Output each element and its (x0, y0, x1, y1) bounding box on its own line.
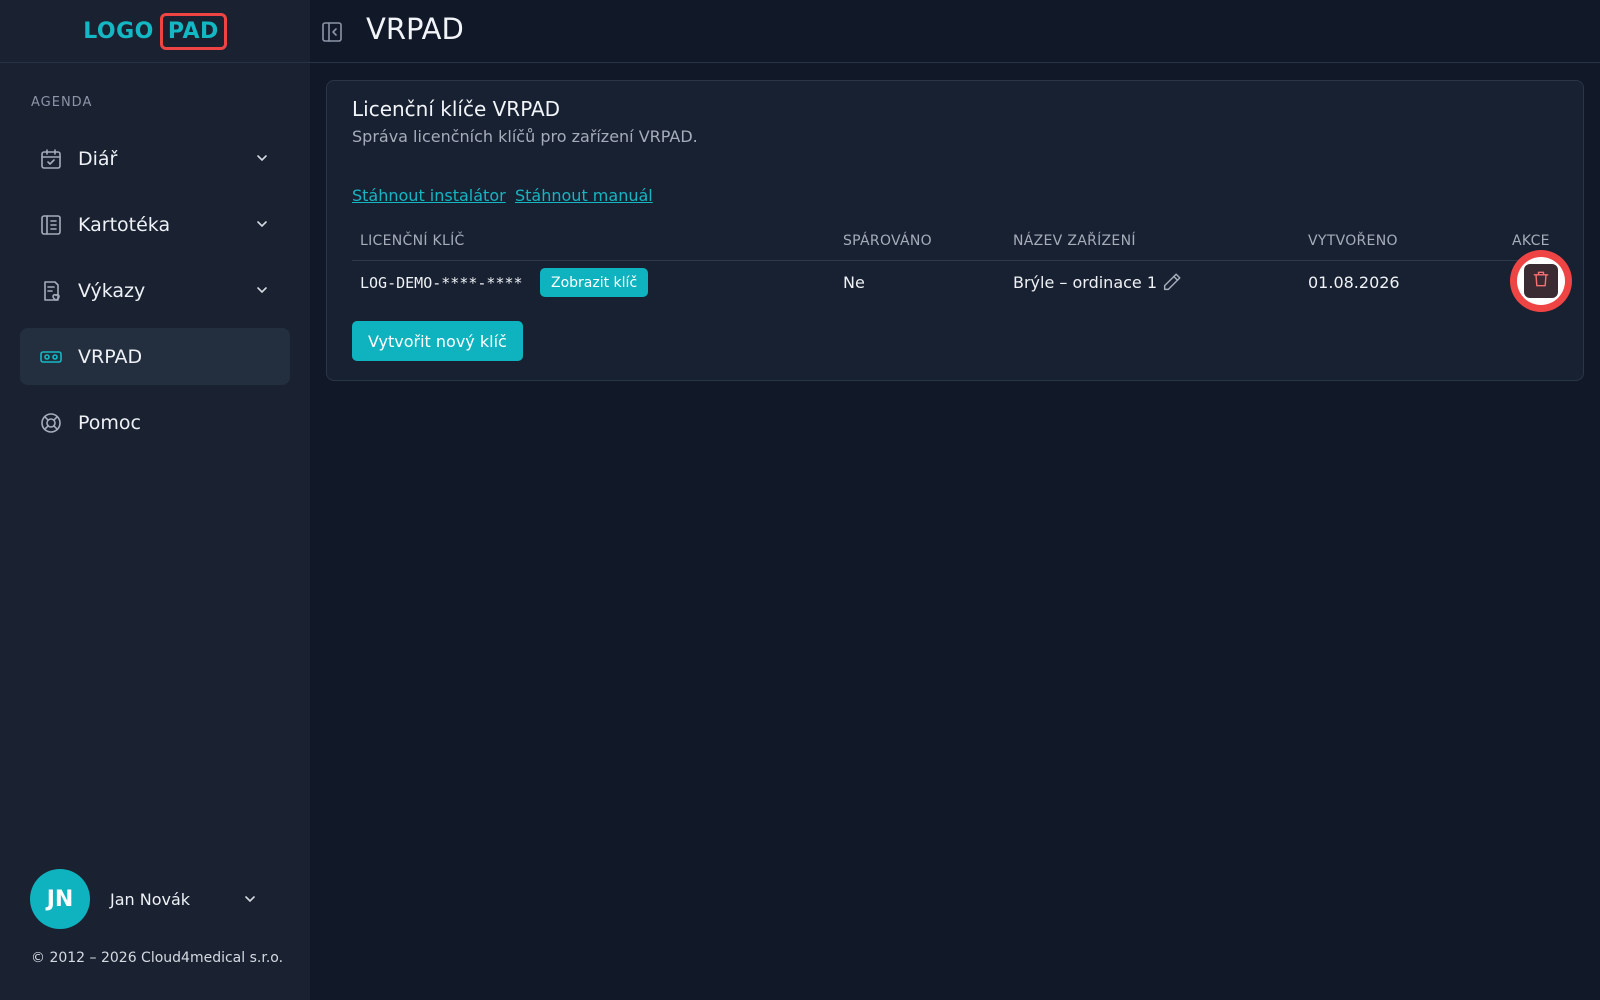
column-header-key: LICENČNÍ KLÍČ (360, 233, 465, 249)
vr-headset-icon (39, 345, 63, 369)
user-menu[interactable]: JN Jan Novák (30, 869, 280, 929)
sidebar-item-pomoc[interactable]: Pomoc (20, 394, 290, 451)
sidebar-item-label: Kartotéka (78, 213, 171, 236)
sidebar-item-label: Diář (78, 147, 118, 170)
show-key-button[interactable]: Zobrazit klíč (540, 268, 649, 297)
column-header-paired: SPÁROVÁNO (843, 233, 932, 249)
column-header-device: NÁZEV ZAŘÍZENÍ (1013, 233, 1136, 249)
chevron-down-icon (254, 216, 270, 232)
card-title: Licenční klíče VRPAD (352, 97, 561, 121)
sidebar-item-kartoteka[interactable]: Kartotéka (20, 196, 290, 253)
card-subtitle: Správa licenčních klíčů pro zařízení VRP… (352, 127, 698, 146)
logo-text: LOGO (83, 18, 154, 44)
avatar: JN (30, 869, 90, 929)
sidebar-item-label: Pomoc (78, 411, 141, 434)
lifebuoy-icon (39, 411, 63, 435)
sidebar-item-vrpad[interactable]: VRPAD (20, 328, 290, 385)
table-header-divider (352, 260, 1559, 261)
download-manual-link[interactable]: Stáhnout manuál (515, 186, 653, 205)
column-header-created: VYTVOŘENO (1308, 233, 1398, 249)
create-new-key-button[interactable]: Vytvořit nový klíč (352, 321, 523, 361)
sidebar-item-vykazy[interactable]: Výkazy (20, 262, 290, 319)
copyright: © 2012 – 2026 Cloud4medical s.r.o. (31, 950, 284, 966)
calendar-check-icon (39, 147, 63, 171)
chevron-down-icon (242, 891, 258, 907)
created-date-value: 01.08.2026 (1308, 273, 1400, 292)
logo[interactable]: LOGO PAD (83, 12, 227, 50)
section-label: AGENDA (31, 95, 93, 110)
chevron-down-icon (254, 282, 270, 298)
pencil-icon[interactable] (1161, 271, 1183, 293)
column-header-actions: AKCE (1512, 233, 1550, 249)
device-name-value: Brýle – ordinace 1 (1013, 273, 1158, 292)
sidebar-toggle-icon[interactable] (320, 20, 344, 44)
delete-highlight (1517, 257, 1565, 305)
download-installer-link[interactable]: Stáhnout instalátor (352, 186, 506, 205)
logo-pad-highlight: PAD (159, 12, 227, 50)
page-title: VRPAD (366, 12, 464, 46)
license-key-value: LOG-DEMO-****-**** (360, 274, 523, 292)
logo-bar: LOGO PAD (0, 0, 310, 63)
trash-icon (1531, 269, 1551, 293)
sidebar-item-label: VRPAD (78, 345, 143, 368)
delete-key-button[interactable] (1510, 250, 1572, 312)
sidebar-item-label: Výkazy (78, 279, 146, 302)
report-icon (39, 279, 63, 303)
notebook-icon (39, 213, 63, 237)
sidebar: LOGO PAD AGENDA Diář Kartotéka Výkazy VR… (0, 0, 310, 1000)
license-keys-card: Licenční klíče VRPAD Správa licenčních k… (326, 80, 1584, 381)
delete-button-face (1524, 264, 1558, 298)
chevron-down-icon (254, 150, 270, 166)
sidebar-item-diar[interactable]: Diář (20, 130, 290, 187)
topbar: VRPAD (310, 0, 1600, 63)
user-name: Jan Novák (110, 889, 191, 909)
sidebar-nav: Diář Kartotéka Výkazy VRPAD Pomoc (20, 130, 290, 460)
paired-value: Ne (843, 273, 865, 292)
